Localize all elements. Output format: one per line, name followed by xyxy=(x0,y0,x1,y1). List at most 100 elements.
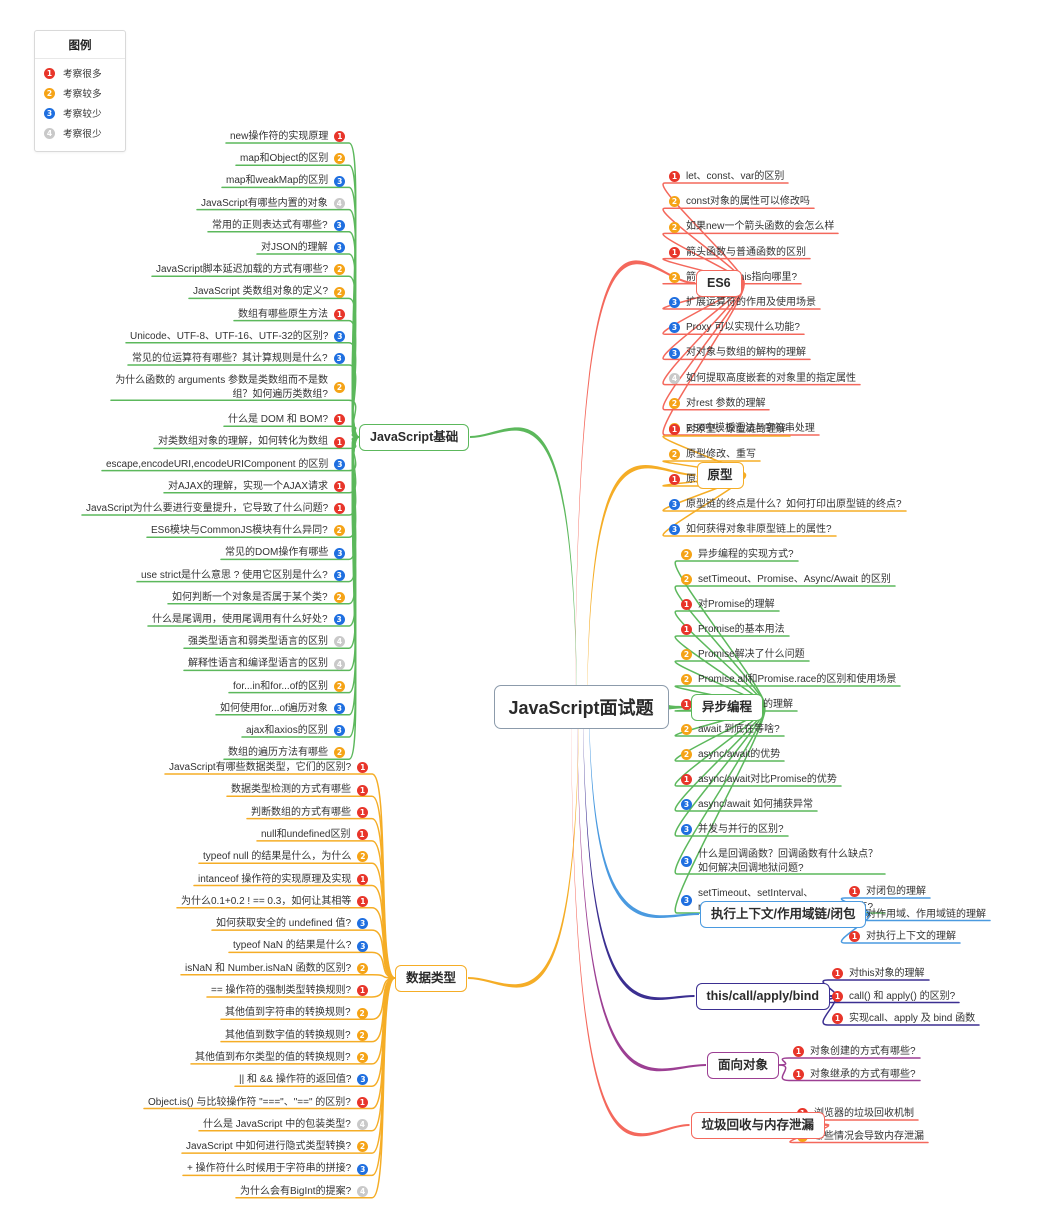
leaf-async-12[interactable]: 3 什么是回调函数？回调函数有什么缺点？如何解决回调地狱问题? xyxy=(681,848,881,875)
leaf-async-7[interactable]: 2 await 到底在等啥? xyxy=(681,723,780,737)
branch-node-datatype[interactable]: 数据类型 xyxy=(395,964,468,992)
branch-node-async[interactable]: 异步编程 xyxy=(691,693,764,721)
leaf-label: 对对象与数组的解构的理解 xyxy=(686,347,806,359)
leaf-datatype-7[interactable]: 3 如何获取安全的 undefined 值? xyxy=(216,917,369,931)
leaf-async-0[interactable]: 2 异步编程的实现方式? xyxy=(681,548,794,562)
leaf-this-2[interactable]: 1 实现call、apply 及 bind 函数 xyxy=(832,1012,975,1026)
leaf-basics-24[interactable]: 2 for...in和for...of的区别 xyxy=(233,680,346,694)
leaf-basics-22[interactable]: 4 强类型语言和弱类型语言的区别 xyxy=(188,635,345,649)
main-branch-curve xyxy=(470,427,577,721)
leaf-async-1[interactable]: 2 setTimeout、Promise、Async/Await 的区别 xyxy=(681,573,891,587)
leaf-basics-18[interactable]: 3 常见的DOM操作有哪些 xyxy=(225,546,346,560)
leaf-basics-5[interactable]: 3 对JSON的理解 xyxy=(261,241,345,255)
branch-node-oop[interactable]: 面向对象 xyxy=(707,1051,780,1079)
leaf-basics-12[interactable]: 1 什么是 DOM 和 BOM? xyxy=(228,413,346,427)
priority-badge-icon: 2 xyxy=(681,674,692,686)
leaf-async-11[interactable]: 3 并发与并行的区别? xyxy=(681,823,784,837)
leaf-datatype-4[interactable]: 2 typeof null 的结果是什么，为什么 xyxy=(203,850,369,864)
leaf-async-8[interactable]: 2 async/await的优势 xyxy=(681,748,780,762)
leaf-async-9[interactable]: 1 async/await对比Promise的优势 xyxy=(681,773,837,787)
leaf-async-4[interactable]: 2 Promise解决了什么问题 xyxy=(681,648,805,662)
leaf-datatype-19[interactable]: 4 为什么会有BigInt的提案? xyxy=(240,1185,369,1199)
leaf-this-0[interactable]: 1 对this对象的理解 xyxy=(832,967,925,981)
leaf-basics-14[interactable]: 3 escape,encodeURI,encodeURIComponent 的区别 xyxy=(106,458,346,472)
leaf-basics-25[interactable]: 3 如何使用for...of遍历对象 xyxy=(220,702,345,716)
leaf-es6-0[interactable]: 1 let、const、var的区别 xyxy=(669,170,784,184)
leaf-datatype-15[interactable]: 1 Object.is() 与比较操作符 "==="、"==" 的区别? xyxy=(148,1096,368,1110)
branch-node-context[interactable]: 执行上下文/作用域链/闭包 xyxy=(700,900,867,928)
leaf-datatype-12[interactable]: 2 其他值到数字值的转换规则? xyxy=(225,1029,368,1043)
leaf-datatype-1[interactable]: 1 数据类型检测的方式有哪些 xyxy=(231,783,368,797)
leaf-this-1[interactable]: 1 call() 和 apply() 的区别? xyxy=(832,990,955,1004)
leaf-context-0[interactable]: 1 对闭包的理解 xyxy=(849,885,926,899)
leaf-context-1[interactable]: 1对作用域、作用域链的理解 xyxy=(849,908,986,922)
leaf-datatype-13[interactable]: 2 其他值到布尔类型的值的转换规则? xyxy=(195,1051,368,1065)
leaf-es6-9[interactable]: 2 对rest 参数的理解 xyxy=(669,397,765,411)
leaf-datatype-8[interactable]: 3 typeof NaN 的结果是什么? xyxy=(233,939,369,953)
leaf-basics-19[interactable]: 3 use strict是什么意思 ? 使用它区别是什么? xyxy=(141,569,345,583)
branch-node-gc[interactable]: 垃圾回收与内存泄漏 xyxy=(690,1111,826,1139)
leaf-es6-3[interactable]: 1 箭头函数与普通函数的区别 xyxy=(669,246,806,260)
leaf-connector xyxy=(778,1057,921,1066)
leaf-basics-4[interactable]: 3 常用的正则表达式有哪些? xyxy=(212,219,345,233)
leaf-prototype-4[interactable]: 3 如何获得对象非原型链上的属性? xyxy=(669,523,832,537)
leaf-basics-27[interactable]: 2 数组的遍历方法有哪些 xyxy=(228,746,345,760)
priority-badge-icon: 3 xyxy=(333,220,345,232)
leaf-datatype-10[interactable]: 1 == 操作符的强制类型转换规则? xyxy=(211,984,369,998)
leaf-es6-5[interactable]: 3 扩展运算符的作用及使用场景 xyxy=(669,296,816,310)
leaf-basics-20[interactable]: 2 如何判断一个对象是否属于某个类? xyxy=(172,591,345,605)
leaf-basics-0[interactable]: 1 new操作符的实现原理 xyxy=(230,130,346,144)
leaf-async-5[interactable]: 2 Promise.all和Promise.race的区别和使用场景 xyxy=(681,673,896,687)
leaf-es6-7[interactable]: 3 对对象与数组的解构的理解 xyxy=(669,346,806,360)
leaf-es6-6[interactable]: 3 Proxy 可以实现什么功能? xyxy=(669,321,800,335)
leaf-datatype-2[interactable]: 1 判断数组的方式有哪些 xyxy=(251,806,368,820)
leaf-async-10[interactable]: 3 async/await 如何捕获异常 xyxy=(681,798,813,812)
leaf-datatype-6[interactable]: 1 为什么0.1+0.2 ! == 0.3，如何让其相等 xyxy=(181,895,369,909)
leaf-basics-23[interactable]: 4 解释性语言和编译型语言的区别 xyxy=(188,657,345,671)
priority-badge-icon: 1 xyxy=(357,985,369,997)
priority-badge-icon: 1 xyxy=(681,624,692,636)
leaf-basics-2[interactable]: 3 map和weakMap的区别 xyxy=(226,174,346,188)
leaf-context-2[interactable]: 1 对执行上下文的理解 xyxy=(849,930,956,944)
leaf-async-3[interactable]: 1 Promise的基本用法 xyxy=(681,623,785,637)
leaf-basics-15[interactable]: 1 对AJAX的理解，实现一个AJAX请求 xyxy=(168,480,346,494)
leaf-datatype-5[interactable]: 1 intanceof 操作符的实现原理及实现 xyxy=(198,873,369,887)
leaf-basics-9[interactable]: 3 Unicode、UTF-8、UTF-16、UTF-32的区别? xyxy=(130,330,346,344)
leaf-datatype-0[interactable]: 1 JavaScript有哪些数据类型，它们的区别? xyxy=(169,761,369,775)
central-topic-node[interactable]: JavaScript面试题 xyxy=(493,685,669,729)
leaf-datatype-3[interactable]: 1 null和undefined区别 xyxy=(261,828,368,842)
leaf-prototype-1[interactable]: 2 原型修改、重写 xyxy=(669,448,756,462)
leaf-prototype-0[interactable]: 1 对原型、原型链的理解 xyxy=(669,423,786,437)
leaf-basics-3[interactable]: 4 JavaScript有哪些内置的对象 xyxy=(201,197,345,211)
leaf-es6-1[interactable]: 2 const对象的属性可以修改吗 xyxy=(669,195,810,209)
leaf-label: JavaScript为什么要进行变量提升，它导致了什么问题? xyxy=(86,503,329,514)
leaf-datatype-17[interactable]: 2 JavaScript 中如何进行隐式类型转换? xyxy=(186,1140,369,1154)
leaf-oop-0[interactable]: 1 对象创建的方式有哪些? xyxy=(793,1045,916,1059)
branch-node-es6[interactable]: ES6 xyxy=(696,269,742,297)
leaf-basics-21[interactable]: 3 什么是尾调用，使用尾调用有什么好处? xyxy=(152,613,345,627)
branch-node-basics[interactable]: JavaScript基础 xyxy=(359,423,470,451)
leaf-async-2[interactable]: 1 对Promise的理解 xyxy=(681,598,775,612)
branch-node-prototype[interactable]: 原型 xyxy=(696,461,744,489)
branch-node-this[interactable]: this/call/apply/bind xyxy=(695,982,831,1010)
leaf-basics-1[interactable]: 2 map和Object的区别 xyxy=(240,152,346,166)
leaf-datatype-11[interactable]: 2 其他值到字符串的转换规则? xyxy=(225,1006,368,1020)
leaf-basics-10[interactable]: 3 常见的位运算符有哪些？其计算规则是什么? xyxy=(132,352,345,366)
leaf-es6-8[interactable]: 4 如何提取高度嵌套的对象里的指定属性 xyxy=(669,372,856,386)
leaf-prototype-3[interactable]: 3 原型链的终点是什么？如何打印出原型链的终点? xyxy=(669,498,902,512)
leaf-basics-7[interactable]: 2 JavaScript 类数组对象的定义? xyxy=(193,285,346,299)
leaf-datatype-18[interactable]: 3 + 操作符什么时候用于字符串的拼接? xyxy=(187,1162,369,1176)
leaf-basics-6[interactable]: 2 JavaScript脚本延迟加载的方式有哪些? xyxy=(156,263,346,277)
legend-item-4: 4 考察很少 xyxy=(35,123,125,143)
leaf-es6-2[interactable]: 2 如果new一个箭头函数的会怎么样 xyxy=(669,220,834,234)
leaf-datatype-9[interactable]: 2 isNaN 和 Number.isNaN 函数的区别? xyxy=(185,962,369,976)
leaf-basics-13[interactable]: 1 对类数组对象的理解，如何转化为数组 xyxy=(158,435,345,449)
leaf-basics-11[interactable]: 2 为什么函数的 arguments 参数是类数组而不是数组？如何遍历类数组? xyxy=(115,374,345,401)
leaf-datatype-16[interactable]: 4 什么是 JavaScript 中的包装类型? xyxy=(203,1118,368,1132)
leaf-basics-8[interactable]: 1 数组有哪些原生方法 xyxy=(238,308,345,322)
leaf-oop-1[interactable]: 1 对象继承的方式有哪些? xyxy=(793,1068,916,1082)
leaf-basics-16[interactable]: 1 JavaScript为什么要进行变量提升，它导致了什么问题? xyxy=(86,502,346,516)
leaf-basics-17[interactable]: 2 ES6模块与CommonJS模块有什么异同? xyxy=(151,524,345,538)
leaf-basics-26[interactable]: 3 ajax和axios的区别 xyxy=(246,724,345,738)
leaf-datatype-14[interactable]: 3 || 和 && 操作符的返回值? xyxy=(239,1073,369,1087)
